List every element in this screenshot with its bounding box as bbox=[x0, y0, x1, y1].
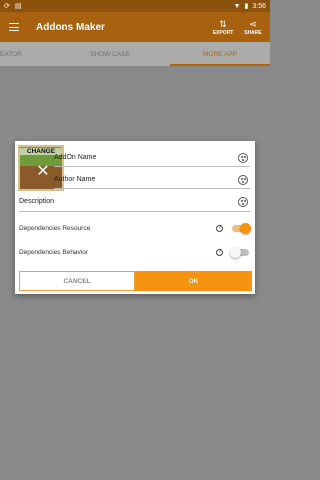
dependencies-behavior-switch[interactable] bbox=[230, 246, 249, 258]
author-name-field[interactable]: Author Name bbox=[54, 171, 250, 189]
addon-name-field[interactable]: AddOn Name bbox=[54, 149, 250, 167]
status-time: 3:56 bbox=[252, 2, 266, 10]
description-value: Description bbox=[19, 198, 55, 205]
description-field[interactable]: Description bbox=[19, 192, 250, 212]
tab-show-case[interactable]: SHOW CASE bbox=[50, 42, 170, 66]
tools-icon: ✕ bbox=[36, 163, 50, 180]
help-icon[interactable]: ? bbox=[216, 224, 223, 232]
tab-more-app[interactable]: MORE APP bbox=[170, 42, 270, 66]
app-title: Addons Maker bbox=[36, 21, 105, 33]
tab-creator[interactable]: EATOR bbox=[0, 42, 50, 66]
dependencies-resource-switch[interactable] bbox=[232, 222, 251, 234]
ok-button[interactable]: OK bbox=[135, 271, 252, 291]
card-icon: ▤ bbox=[14, 2, 22, 10]
palette-icon[interactable] bbox=[238, 174, 248, 185]
status-bar: ⟳ ▤ ▼ ▮ 3:56 bbox=[0, 0, 270, 12]
dependencies-resource-label: Dependencies Resource bbox=[19, 224, 91, 232]
battery-icon: ▮ bbox=[244, 2, 249, 10]
menu-icon[interactable] bbox=[0, 12, 28, 42]
wifi-icon: ▼ bbox=[233, 2, 241, 10]
help-icon[interactable]: ? bbox=[216, 248, 223, 256]
palette-icon[interactable] bbox=[238, 152, 248, 163]
export-button[interactable]: ⇅ EXPORT bbox=[212, 19, 234, 36]
tab-bar: EATOR SHOW CASE MORE APP bbox=[0, 42, 270, 66]
palette-icon[interactable] bbox=[238, 196, 248, 207]
export-icon: ⇅ bbox=[219, 18, 227, 29]
sync-icon: ⟳ bbox=[4, 2, 10, 10]
share-button[interactable]: ⋖ SHARE bbox=[242, 19, 264, 36]
share-icon: ⋖ bbox=[249, 18, 257, 29]
cancel-button[interactable]: CANCEL bbox=[19, 271, 135, 291]
dependencies-behavior-label: Dependencies Behavior bbox=[19, 248, 89, 256]
dependencies-resource-row: Dependencies Resource ? bbox=[19, 221, 251, 235]
app-bar: Addons Maker ⇅ EXPORT ⋖ SHARE bbox=[0, 12, 270, 42]
dependencies-behavior-row: Dependencies Behavior ? bbox=[19, 245, 249, 259]
addon-name-value: AddOn Name bbox=[54, 154, 97, 161]
author-name-value: Author Name bbox=[54, 176, 96, 183]
